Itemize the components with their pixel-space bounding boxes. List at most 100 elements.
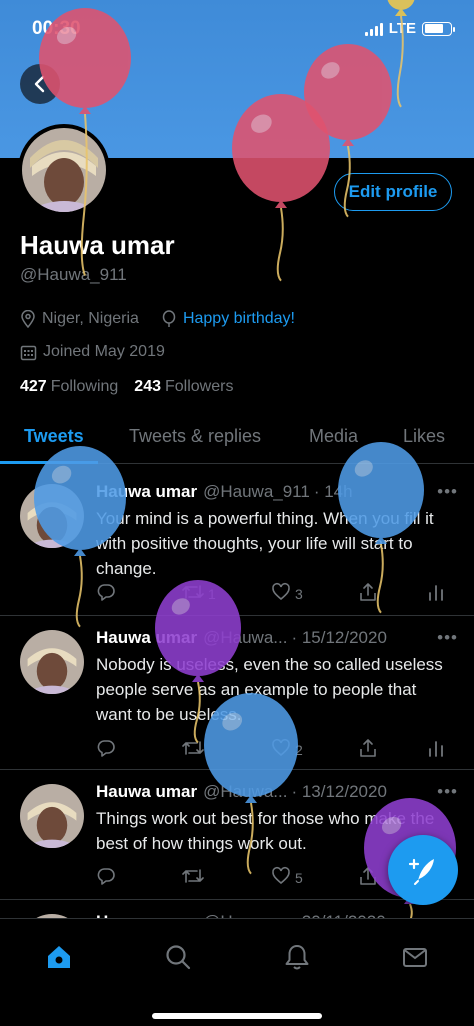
location-text: Niger, Nigeria [42, 310, 139, 327]
tweet[interactable]: Hauwa umar @Hauwa... · 15/12/2020 ••• Nobody… [0, 616, 474, 770]
like-count: 5 [295, 869, 303, 886]
nav-search[interactable] [158, 937, 198, 977]
retweet-button[interactable] [182, 866, 208, 889]
analytics-button[interactable] [426, 582, 446, 605]
share-button[interactable] [358, 582, 378, 605]
tweet-author-handle: @Hauwa_911 [203, 482, 310, 501]
calendar-icon [20, 345, 37, 360]
tab-tweets-replies[interactable]: Tweets & replies [129, 426, 261, 447]
more-options-icon[interactable]: ••• [437, 628, 458, 648]
tweet-author-name[interactable]: Hauwa umar [96, 782, 197, 802]
status-bar: 00:30 LTE [0, 0, 474, 58]
compose-tweet-button[interactable] [388, 835, 458, 905]
tweet-date: · 14h [313, 482, 353, 501]
chevron-left-icon [34, 75, 45, 93]
analytics-icon [426, 738, 446, 761]
nav-home[interactable] [39, 937, 79, 977]
share-icon [358, 738, 378, 761]
birthday-text[interactable]: Happy birthday! [183, 310, 295, 328]
heart-icon [271, 866, 291, 889]
profile-tabs: Tweets Tweets & replies Media Likes [0, 418, 474, 464]
reply-icon [96, 866, 116, 889]
location-pin-icon [21, 310, 35, 328]
network-type: LTE [388, 20, 416, 37]
like-count: 2 [295, 741, 303, 758]
mail-icon [403, 948, 427, 967]
back-button[interactable] [20, 64, 60, 104]
like-count: 3 [295, 585, 303, 602]
reply-icon [96, 738, 116, 761]
tweet-date: · 13/12/2020 [291, 782, 387, 801]
reply-button[interactable] [96, 582, 120, 605]
share-icon [358, 866, 378, 889]
like-button[interactable]: 5 [271, 866, 303, 889]
tweet[interactable]: Hauwa umar @Hauwa_911 · 14h ••• Your mind is… [0, 470, 474, 616]
tweet-avatar[interactable] [20, 484, 84, 548]
avatar-photo [22, 128, 106, 212]
retweet-icon [182, 738, 204, 761]
tweet-author-handle: @Hauwa... [203, 782, 288, 801]
birthday[interactable]: Happy birthday! [161, 310, 295, 328]
analytics-button[interactable] [426, 738, 446, 761]
like-button[interactable]: 2 [271, 738, 303, 761]
reply-button[interactable] [96, 738, 120, 761]
retweet-icon [182, 582, 204, 605]
more-options-icon[interactable]: ••• [437, 482, 458, 502]
bottom-navigation [0, 918, 474, 1026]
tweet-author-handle: @Hauwa... [203, 628, 288, 647]
balloon-icon [162, 310, 176, 327]
nav-messages[interactable] [395, 937, 435, 977]
followers-link[interactable]: 243 Followers [134, 378, 233, 396]
tweet-actions: 13 [96, 582, 446, 604]
profile-meta: Niger, Nigeria Happy birthday! [20, 310, 295, 328]
bell-icon [285, 945, 309, 970]
retweet-icon [182, 866, 204, 889]
feather-plus-icon [408, 858, 434, 885]
analytics-icon [426, 582, 446, 605]
heart-icon [271, 582, 291, 605]
search-icon [166, 945, 191, 970]
tweet-author-name[interactable]: Hauwa umar [96, 628, 197, 648]
following-link[interactable]: 427 Following [20, 378, 118, 396]
location: Niger, Nigeria [20, 310, 139, 328]
tweet-avatar[interactable] [20, 784, 84, 848]
home-icon [48, 946, 70, 968]
battery-icon [422, 21, 455, 36]
profile-joined: Joined May 2019 [20, 343, 165, 361]
tweet-header: Hauwa umar @Hauwa_911 · 14h ••• [96, 482, 458, 502]
heart-icon [271, 738, 291, 761]
follow-stats: 427 Following 243 Followers [20, 378, 233, 396]
status-time: 00:30 [32, 18, 81, 39]
like-button[interactable]: 3 [271, 582, 303, 605]
tweet-avatar[interactable] [20, 630, 84, 694]
tab-tweets[interactable]: Tweets [24, 426, 84, 447]
active-tab-indicator [0, 461, 98, 464]
home-indicator [152, 1013, 322, 1019]
tweet-text: Nobody is useless, even the so called us… [96, 655, 443, 724]
tweet-actions: 2 [96, 738, 446, 760]
tweet-text: Your mind is a powerful thing. When you … [96, 509, 434, 578]
joined-text: Joined May 2019 [43, 343, 165, 360]
tweet-header: Hauwa umar @Hauwa... · 13/12/2020 ••• [96, 782, 458, 802]
signal-icon [364, 22, 383, 36]
retweet-count: 1 [208, 585, 216, 602]
profile-avatar[interactable] [18, 124, 110, 216]
profile-name: Hauwa umar [20, 230, 175, 260]
profile-handle: @Hauwa_911 [20, 265, 127, 284]
tab-likes[interactable]: Likes [403, 426, 445, 447]
share-button[interactable] [358, 866, 378, 889]
edit-profile-button[interactable]: Edit profile [334, 173, 452, 211]
reply-icon [96, 582, 116, 605]
nav-notifications[interactable] [277, 937, 317, 977]
share-button[interactable] [358, 738, 378, 761]
retweet-button[interactable] [182, 738, 208, 761]
more-options-icon[interactable]: ••• [437, 782, 458, 802]
tweet-date: · 15/12/2020 [291, 628, 387, 647]
tweet-header: Hauwa umar @Hauwa... · 15/12/2020 ••• [96, 628, 458, 648]
retweet-button[interactable]: 1 [182, 582, 216, 605]
tab-media[interactable]: Media [309, 426, 358, 447]
status-indicators: LTE [364, 20, 455, 37]
reply-button[interactable] [96, 866, 120, 889]
share-icon [358, 582, 378, 605]
tweet-author-name[interactable]: Hauwa umar [96, 482, 197, 502]
